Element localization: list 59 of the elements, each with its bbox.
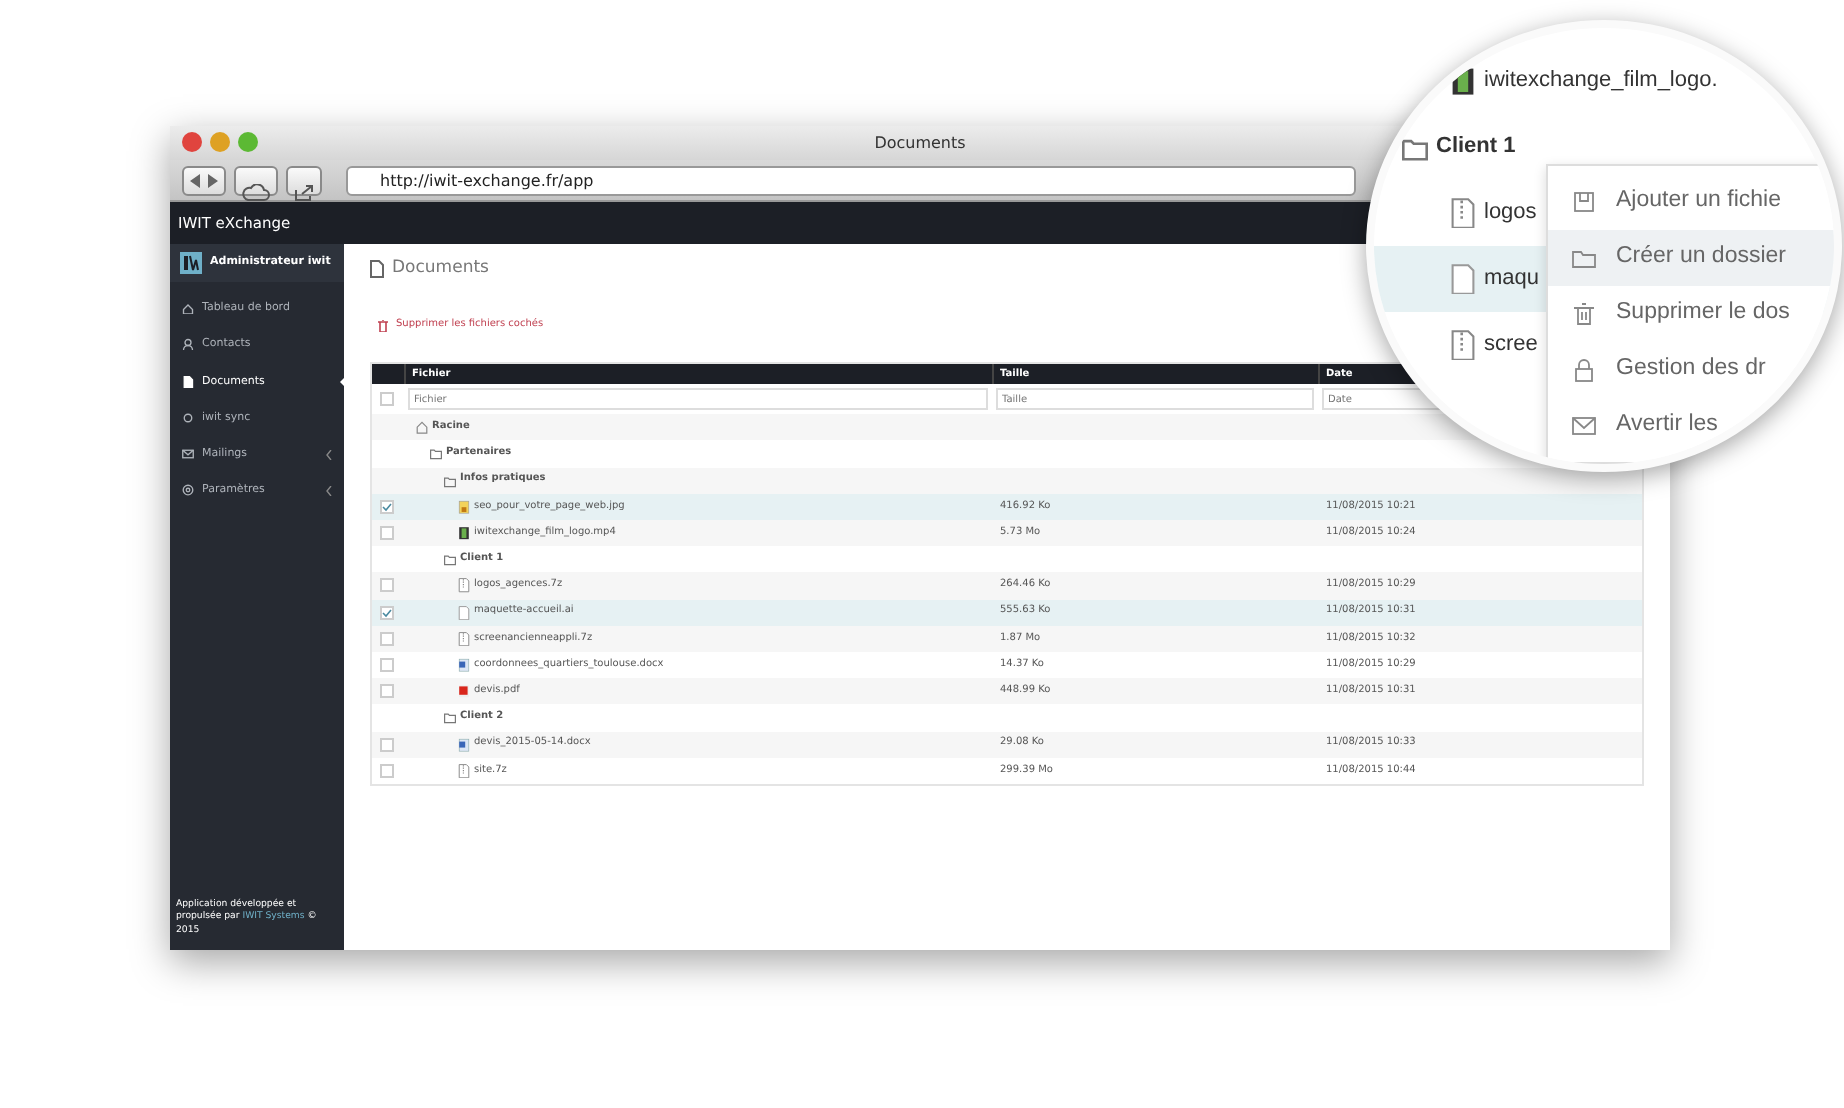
- page-title: Documents: [392, 256, 489, 282]
- file-icon: [458, 499, 470, 514]
- file-icon: [458, 763, 470, 778]
- file-icon: [458, 737, 470, 752]
- folder-icon: [444, 710, 456, 725]
- back-forward-button[interactable]: [182, 165, 226, 195]
- file-icon: [458, 526, 470, 541]
- cloud-icon: [242, 183, 270, 202]
- minimize-icon[interactable]: [210, 132, 230, 152]
- file-icon: [1450, 263, 1476, 295]
- row-checkbox[interactable]: [380, 578, 394, 593]
- active-marker-icon: [340, 375, 346, 388]
- folder-name[interactable]: Client 1: [1436, 130, 1516, 164]
- mail-icon: [182, 448, 194, 461]
- file-name[interactable]: maqu: [1484, 262, 1540, 296]
- row-checkbox[interactable]: [380, 605, 394, 620]
- home-icon: [182, 302, 194, 315]
- logo-icon: [180, 252, 202, 274]
- file-name[interactable]: scree: [1484, 328, 1538, 362]
- file-name[interactable]: iwitexchange_film_logo.: [1484, 64, 1718, 98]
- cloud-button[interactable]: [234, 165, 278, 195]
- row-checkbox[interactable]: [380, 526, 394, 541]
- folder-icon: [444, 552, 456, 567]
- file-icon: [458, 605, 470, 620]
- document-icon: [370, 259, 384, 278]
- menu-item[interactable]: Avertir les: [1548, 398, 1834, 454]
- row-checkbox[interactable]: [380, 684, 394, 699]
- row-checkbox[interactable]: [380, 631, 394, 646]
- file-icon: [458, 578, 470, 594]
- row-checkbox[interactable]: [380, 737, 394, 752]
- settings-icon: [182, 484, 194, 497]
- mail-icon: [1572, 414, 1596, 438]
- row-checkbox[interactable]: [380, 763, 394, 778]
- close-icon[interactable]: [182, 132, 202, 152]
- file-name[interactable]: logos: [1484, 196, 1537, 230]
- back-forward-icon: [190, 173, 218, 187]
- maximize-icon[interactable]: [238, 132, 258, 152]
- menu-item[interactable]: Supprimer le dos: [1548, 286, 1834, 342]
- share-button[interactable]: [286, 165, 322, 195]
- trash-icon: [1572, 302, 1596, 326]
- file-icon: [1450, 329, 1476, 361]
- menu-item[interactable]: Gestion des dr: [1548, 342, 1834, 398]
- share-icon: [294, 183, 314, 202]
- file-icon: [1450, 65, 1476, 97]
- menu-item[interactable]: Créer un dossier: [1548, 230, 1834, 286]
- file-icon: [1450, 197, 1476, 229]
- save-icon: [1572, 190, 1596, 214]
- select-all-checkbox[interactable]: [380, 392, 394, 407]
- address-field[interactable]: http://iwit-exchange.fr/app: [346, 165, 1356, 195]
- row-checkbox[interactable]: [380, 499, 394, 514]
- trash-icon: [378, 319, 388, 331]
- folder-icon: [1572, 246, 1596, 270]
- user-icon: [182, 338, 194, 351]
- sync-icon: [182, 411, 194, 424]
- file-icon: [458, 631, 470, 646]
- lock-icon: [1572, 358, 1596, 382]
- document-icon: [182, 375, 194, 388]
- row-checkbox[interactable]: [380, 658, 394, 673]
- window-title: Documents: [874, 132, 966, 156]
